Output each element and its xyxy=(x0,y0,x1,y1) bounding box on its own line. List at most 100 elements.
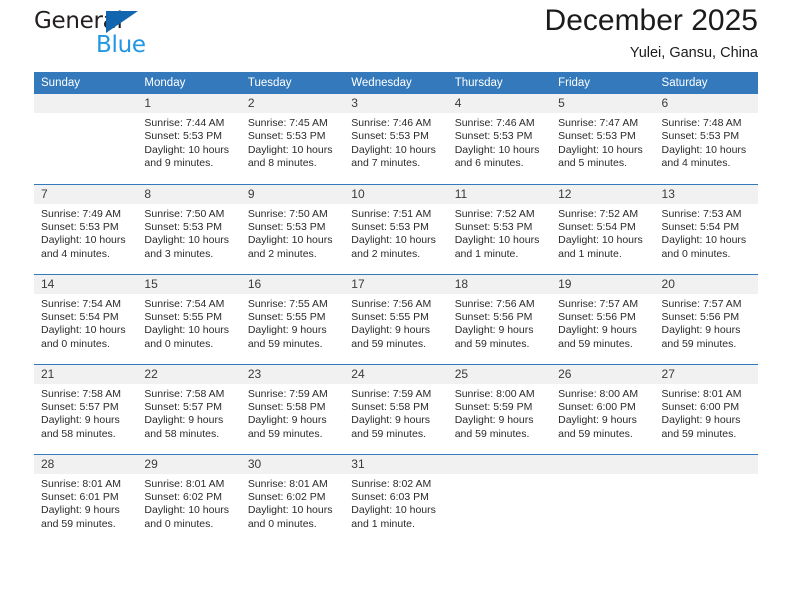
day-details: Sunrise: 7:50 AM Sunset: 5:53 PM Daylight:… xyxy=(137,204,240,262)
day-number: 31 xyxy=(344,454,448,474)
calendar-day-cell[interactable]: 4 Sunrise: 7:46 AM Sunset: 5:53 PM Daylight… xyxy=(447,94,552,183)
sunrise-text: Sunrise: 7:58 AM xyxy=(41,387,121,400)
day-details: Sunrise: 8:00 AM Sunset: 5:59 PM Daylight:… xyxy=(448,384,551,442)
calendar-day-cell[interactable]: 1 Sunrise: 7:44 AM Sunset: 5:53 PM Daylight… xyxy=(137,94,241,183)
calendar-day-cell[interactable]: 22 Sunrise: 7:58 AM Sunset: 5:57 PM Dayligh… xyxy=(137,364,241,454)
calendar-day-cell[interactable]: 20 Sunrise: 7:57 AM Sunset: 5:56 PM Dayligh… xyxy=(654,274,758,364)
day-number: 9 xyxy=(240,184,345,204)
daylight-text-line2: and 58 minutes. xyxy=(41,427,116,440)
day-number: 13 xyxy=(654,184,758,204)
calendar-day-cell[interactable]: 28 Sunrise: 8:01 AM Sunset: 6:01 PM Dayligh… xyxy=(34,454,138,544)
day-details: Sunrise: 7:51 AM Sunset: 5:53 PM Daylight:… xyxy=(344,204,447,262)
calendar-day-cell[interactable]: 11 Sunrise: 7:52 AM Sunset: 5:53 PM Dayligh… xyxy=(447,184,552,274)
daylight-text-line1: Daylight: 10 hours xyxy=(41,324,126,337)
calendar-day-cell[interactable]: 17 Sunrise: 7:56 AM Sunset: 5:55 PM Dayligh… xyxy=(344,274,448,364)
calendar-day-cell[interactable]: 7 Sunrise: 7:49 AM Sunset: 5:53 PM Daylight… xyxy=(34,184,138,274)
daylight-text-line2: and 0 minutes. xyxy=(41,337,110,350)
daylight-text-line1: Daylight: 9 hours xyxy=(41,414,120,427)
sunset-text: Sunset: 6:02 PM xyxy=(144,490,223,503)
day-number xyxy=(654,454,758,474)
calendar-week-row: 7 Sunrise: 7:49 AM Sunset: 5:53 PM Daylight… xyxy=(34,183,758,274)
day-details: Sunrise: 7:45 AM Sunset: 5:53 PM Daylight:… xyxy=(241,113,344,171)
day-details: Sunrise: 8:00 AM Sunset: 6:00 PM Daylight:… xyxy=(551,384,654,442)
weekday-header-saturday: Saturday xyxy=(654,72,758,94)
daylight-text-line2: and 1 minute. xyxy=(454,247,519,260)
daylight-text-line2: and 59 minutes. xyxy=(247,337,323,350)
calendar-day-cell[interactable]: 21 Sunrise: 7:58 AM Sunset: 5:57 PM Dayligh… xyxy=(34,364,138,454)
sunrise-text: Sunrise: 7:53 AM xyxy=(661,207,742,220)
calendar-day-cell[interactable]: 13 Sunrise: 7:53 AM Sunset: 5:54 PM Dayligh… xyxy=(654,184,758,274)
daylight-text-line1: Daylight: 9 hours xyxy=(41,504,120,517)
sunrise-text: Sunrise: 8:00 AM xyxy=(454,387,535,400)
daylight-text-line2: and 3 minutes. xyxy=(144,247,214,260)
calendar-day-cell[interactable]: 26 Sunrise: 8:00 AM Sunset: 6:00 PM Dayligh… xyxy=(551,364,655,454)
calendar-day-cell[interactable]: 9 Sunrise: 7:50 AM Sunset: 5:53 PM Daylight… xyxy=(240,184,345,274)
day-number: 24 xyxy=(344,364,448,384)
sunset-text: Sunset: 5:56 PM xyxy=(454,310,533,323)
sunset-text: Sunset: 5:53 PM xyxy=(144,130,223,143)
sunset-text: Sunset: 5:53 PM xyxy=(454,130,533,143)
calendar-day-cell[interactable]: 12 Sunrise: 7:52 AM Sunset: 5:54 PM Dayligh… xyxy=(551,184,655,274)
day-number: 28 xyxy=(34,454,138,474)
sunset-text: Sunset: 5:57 PM xyxy=(144,400,223,413)
daylight-text-line1: Daylight: 9 hours xyxy=(661,324,741,337)
day-number: 30 xyxy=(240,454,345,474)
sunrise-text: Sunrise: 7:50 AM xyxy=(144,207,225,220)
calendar-day-cell[interactable]: 5 Sunrise: 7:47 AM Sunset: 5:53 PM Daylight… xyxy=(551,94,655,183)
day-details: Sunrise: 7:49 AM Sunset: 5:53 PM Daylight:… xyxy=(34,204,137,262)
day-details: Sunrise: 7:46 AM Sunset: 5:53 PM Daylight:… xyxy=(344,113,447,171)
day-number: 16 xyxy=(240,274,345,294)
daylight-text-line1: Daylight: 9 hours xyxy=(454,324,534,337)
sunset-text: Sunset: 5:56 PM xyxy=(558,310,636,323)
daylight-text-line1: Daylight: 10 hours xyxy=(661,143,747,156)
calendar-day-cell[interactable]: 23 Sunrise: 7:59 AM Sunset: 5:58 PM Dayligh… xyxy=(240,364,345,454)
day-details: Sunrise: 7:57 AM Sunset: 5:56 PM Daylight:… xyxy=(551,294,654,352)
general-blue-logo[interactable]: General Blue xyxy=(34,8,174,60)
calendar-day-cell[interactable]: 3 Sunrise: 7:46 AM Sunset: 5:53 PM Daylight… xyxy=(344,94,448,183)
daylight-text-line2: and 58 minutes. xyxy=(144,427,220,440)
day-number: 21 xyxy=(34,364,138,384)
day-number xyxy=(551,454,655,474)
day-details: Sunrise: 7:58 AM Sunset: 5:57 PM Daylight:… xyxy=(137,384,240,442)
daylight-text-line2: and 0 minutes. xyxy=(661,247,731,260)
daylight-text-line2: and 59 minutes. xyxy=(41,517,116,530)
calendar-page: General Blue December 2025 Yulei, Gansu,… xyxy=(0,0,792,612)
sunrise-text: Sunrise: 7:48 AM xyxy=(661,117,742,129)
weekday-header-sunday: Sunday xyxy=(34,72,138,94)
sunset-text: Sunset: 5:53 PM xyxy=(454,220,533,233)
calendar-day-cell[interactable]: 19 Sunrise: 7:57 AM Sunset: 5:56 PM Dayligh… xyxy=(551,274,655,364)
calendar-day-cell[interactable]: 14 Sunrise: 7:54 AM Sunset: 5:54 PM Dayligh… xyxy=(34,274,138,364)
daylight-text-line1: Daylight: 10 hours xyxy=(144,234,230,247)
calendar-day-cell[interactable]: 8 Sunrise: 7:50 AM Sunset: 5:53 PM Daylight… xyxy=(137,184,241,274)
calendar-day-cell[interactable]: 25 Sunrise: 8:00 AM Sunset: 5:59 PM Dayligh… xyxy=(447,364,552,454)
calendar-day-cell[interactable]: 15 Sunrise: 7:54 AM Sunset: 5:55 PM Dayligh… xyxy=(137,274,241,364)
sunset-text: Sunset: 5:54 PM xyxy=(661,220,740,233)
calendar-day-cell[interactable]: 30 Sunrise: 8:01 AM Sunset: 6:02 PM Dayligh… xyxy=(240,454,345,544)
calendar-week-row: 28 Sunrise: 8:01 AM Sunset: 6:01 PM Dayligh… xyxy=(34,453,758,544)
daylight-text-line1: Daylight: 10 hours xyxy=(144,324,230,337)
calendar-day-cell[interactable]: 10 Sunrise: 7:51 AM Sunset: 5:53 PM Dayligh… xyxy=(344,184,448,274)
calendar-day-cell[interactable]: 29 Sunrise: 8:01 AM Sunset: 6:02 PM Dayligh… xyxy=(137,454,241,544)
triangle-icon xyxy=(106,11,138,33)
calendar-week-row: 14 Sunrise: 7:54 AM Sunset: 5:54 PM Dayligh… xyxy=(34,273,758,364)
calendar-day-cell[interactable]: 18 Sunrise: 7:56 AM Sunset: 5:56 PM Dayligh… xyxy=(447,274,552,364)
calendar-day-cell[interactable]: 27 Sunrise: 8:01 AM Sunset: 6:00 PM Dayligh… xyxy=(654,364,758,454)
daylight-text-line1: Daylight: 9 hours xyxy=(661,414,741,427)
weekday-header-friday: Friday xyxy=(551,72,655,94)
calendar-day-cell[interactable]: 31 Sunrise: 8:02 AM Sunset: 6:03 PM Dayligh… xyxy=(344,454,448,544)
daylight-text-line2: and 7 minutes. xyxy=(351,157,421,170)
daylight-text-line1: Daylight: 10 hours xyxy=(351,504,436,517)
day-number: 23 xyxy=(240,364,345,384)
sunrise-text: Sunrise: 7:52 AM xyxy=(558,207,639,220)
calendar-day-cell[interactable]: 6 Sunrise: 7:48 AM Sunset: 5:53 PM Daylight… xyxy=(654,94,758,183)
calendar-day-cell[interactable]: 2 Sunrise: 7:45 AM Sunset: 5:53 PM Daylight… xyxy=(240,94,345,183)
calendar-day-cell[interactable]: 24 Sunrise: 7:59 AM Sunset: 5:58 PM Dayligh… xyxy=(344,364,448,454)
day-details: Sunrise: 7:52 AM Sunset: 5:54 PM Daylight:… xyxy=(551,204,654,262)
calendar-day-cell[interactable]: 16 Sunrise: 7:55 AM Sunset: 5:55 PM Dayligh… xyxy=(240,274,345,364)
daylight-text-line1: Daylight: 10 hours xyxy=(144,504,230,517)
sunrise-text: Sunrise: 7:52 AM xyxy=(454,207,535,220)
day-details: Sunrise: 7:59 AM Sunset: 5:58 PM Daylight:… xyxy=(241,384,344,442)
day-number: 29 xyxy=(137,454,241,474)
sunrise-text: Sunrise: 8:01 AM xyxy=(247,477,328,490)
sunrise-text: Sunrise: 7:57 AM xyxy=(558,297,639,310)
